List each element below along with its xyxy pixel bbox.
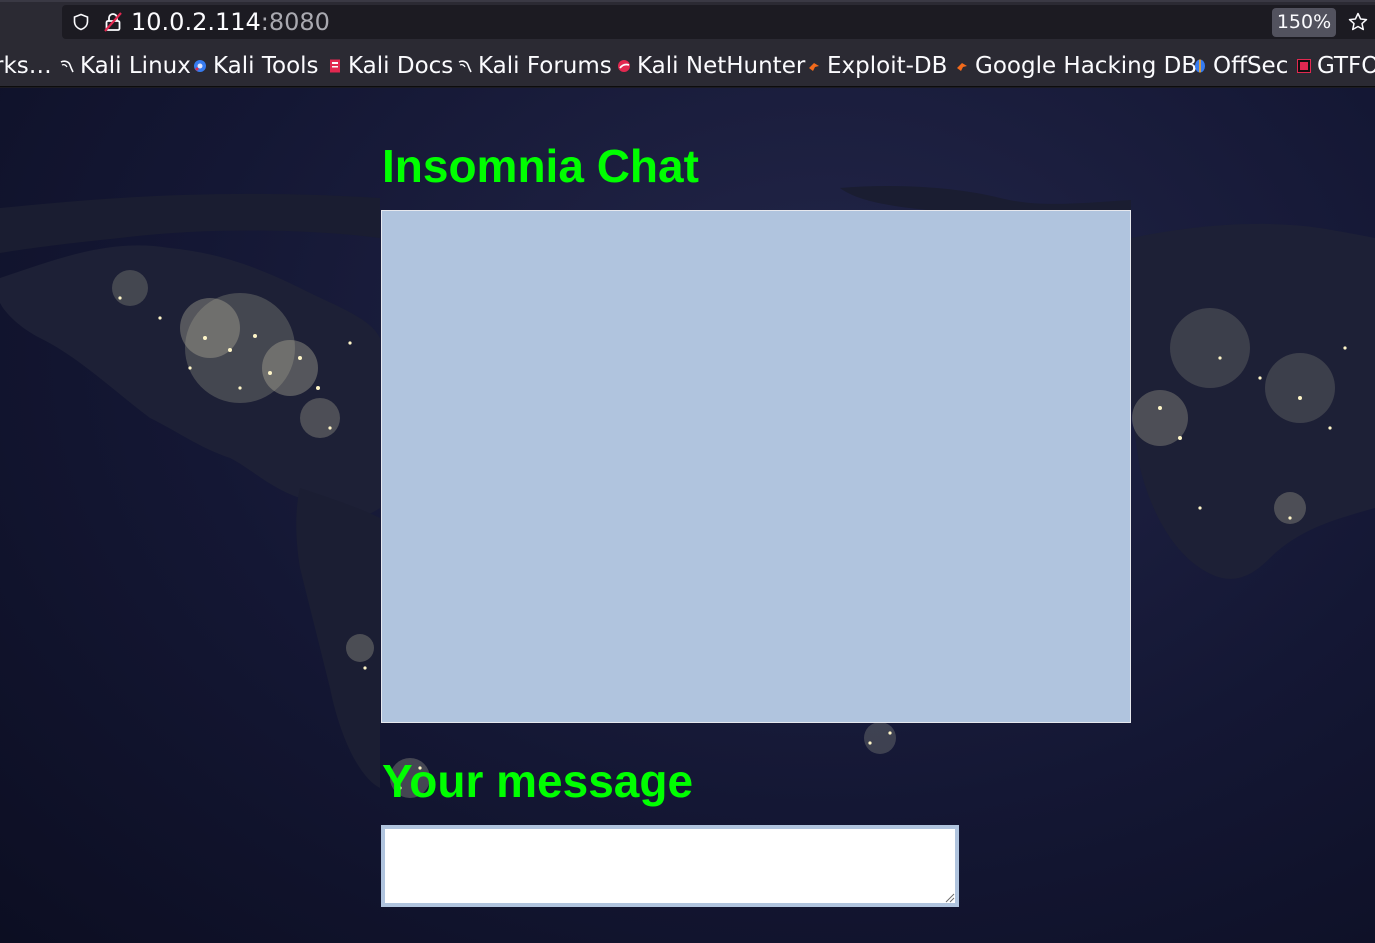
ghdb-icon bbox=[957, 63, 967, 71]
browser-toolbar: 10.0.2.114:8080 150% bbox=[0, 0, 1375, 44]
bookmark-label: Kali Forums bbox=[478, 53, 612, 79]
offsec-icon bbox=[1195, 59, 1205, 73]
bookmark-label: Kali NetHunter bbox=[637, 53, 806, 79]
bookmark-kali-tools[interactable]: Kali Tools bbox=[193, 51, 319, 81]
kali-docs-icon bbox=[330, 59, 340, 73]
bookmarks-toolbar: rks… Kali Linux Kali Tools Kali Docs Kal… bbox=[0, 44, 1375, 87]
bookmark-label: GTFO bbox=[1317, 53, 1375, 79]
message-input[interactable] bbox=[381, 825, 959, 907]
bookmark-kali-linux[interactable]: Kali Linux bbox=[60, 51, 191, 81]
bookmark-overflow[interactable]: rks… bbox=[0, 51, 52, 81]
url-text[interactable]: 10.0.2.114:8080 bbox=[131, 8, 330, 36]
gtfobins-icon bbox=[1297, 59, 1311, 73]
nethunter-icon bbox=[618, 60, 630, 72]
chat-log[interactable] bbox=[381, 210, 1131, 723]
bookmark-label: rks… bbox=[0, 53, 52, 79]
bookmark-label: Google Hacking DB bbox=[975, 53, 1198, 79]
kali-tools-icon bbox=[194, 60, 206, 72]
insecure-lock-icon[interactable] bbox=[104, 12, 122, 32]
zoom-level-button[interactable]: 150% bbox=[1272, 8, 1336, 37]
bookmark-label: Kali Tools bbox=[213, 53, 319, 79]
bookmark-offsec[interactable]: OffSec bbox=[1193, 51, 1288, 81]
resize-handle-icon[interactable] bbox=[943, 891, 955, 903]
url-host: 10.0.2.114 bbox=[131, 8, 261, 36]
shield-icon[interactable] bbox=[72, 13, 90, 31]
star-icon[interactable] bbox=[1348, 12, 1368, 32]
bookmark-label: Exploit-DB bbox=[827, 53, 948, 79]
bookmark-label: Kali Linux bbox=[80, 53, 191, 79]
page-viewport: Insomnia Chat Your message bbox=[0, 88, 1375, 943]
bookmark-google-hacking-db[interactable]: Google Hacking DB bbox=[955, 51, 1197, 81]
message-label: Your message bbox=[382, 755, 694, 807]
page-title: Insomnia Chat bbox=[382, 140, 699, 192]
bookmark-label: Kali Docs bbox=[348, 53, 454, 79]
bookmark-label: OffSec bbox=[1213, 53, 1289, 79]
kali-dragon-icon bbox=[60, 60, 74, 73]
bookmark-exploit-db[interactable]: Exploit-DB bbox=[807, 51, 947, 81]
bookmark-gtfobins[interactable]: GTFO bbox=[1297, 51, 1375, 81]
exploit-db-icon bbox=[809, 63, 819, 71]
url-port: :8080 bbox=[260, 8, 330, 36]
kali-dragon-icon bbox=[458, 60, 472, 73]
bookmark-kali-docs[interactable]: Kali Docs bbox=[328, 51, 453, 81]
bookmark-kali-forums[interactable]: Kali Forums bbox=[458, 51, 612, 81]
bookmark-kali-nethunter[interactable]: Kali NetHunter bbox=[617, 51, 805, 81]
